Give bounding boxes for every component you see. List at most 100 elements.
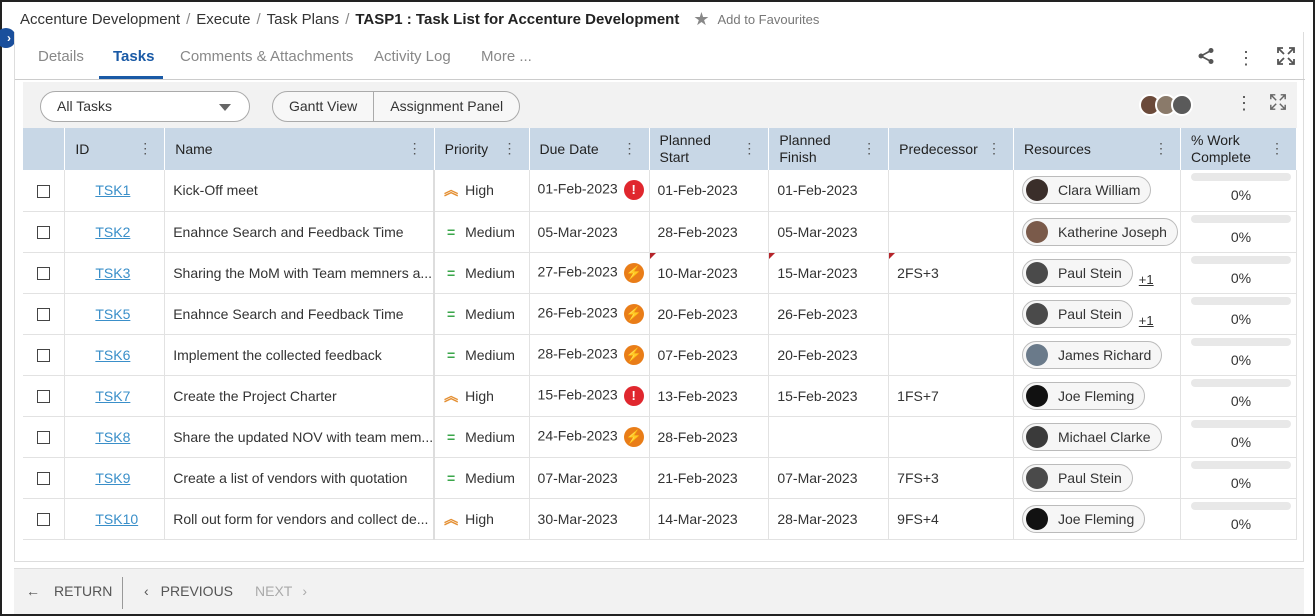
resources-cell[interactable]: Michael Clarke — [1013, 416, 1181, 458]
priority-cell[interactable]: ︽ High — [434, 498, 530, 540]
planned-start-cell[interactable]: 14-Mar-2023 — [649, 498, 770, 540]
name-cell[interactable]: Create the Project Charter — [164, 375, 436, 417]
priority-cell[interactable]: = Medium — [434, 334, 530, 376]
task-id-link[interactable]: TSK3 — [95, 265, 130, 281]
row-checkbox[interactable] — [37, 513, 51, 527]
row-checkbox[interactable] — [37, 431, 51, 445]
column-header-id[interactable]: ID ⋮ — [64, 128, 166, 170]
planned-finish-cell[interactable]: 26-Feb-2023 — [768, 293, 890, 335]
planned-start-cell[interactable]: 10-Mar-2023 — [649, 252, 770, 294]
table-row[interactable]: TSK6 Implement the collected feedback = Med… — [23, 334, 1298, 376]
predecessor-cell[interactable] — [888, 170, 1014, 212]
priority-cell[interactable]: = Medium — [434, 457, 530, 499]
resources-cell[interactable]: Paul Stein +1 — [1013, 252, 1181, 294]
predecessor-cell[interactable]: 2FS+3 — [888, 252, 1014, 294]
planned-finish-cell[interactable]: 15-Mar-2023 — [768, 252, 890, 294]
priority-cell[interactable]: = Medium — [434, 211, 530, 253]
resource-chip[interactable]: Katherine Joseph — [1021, 217, 1178, 246]
task-filter-select[interactable]: All Tasks — [40, 91, 250, 122]
resource-chip[interactable]: Joe Fleming — [1021, 504, 1146, 533]
row-checkbox[interactable] — [37, 390, 51, 404]
due-date-cell[interactable]: 30-Mar-2023 — [529, 498, 650, 540]
gantt-view-button[interactable]: Gantt View — [273, 92, 373, 121]
priority-cell[interactable]: = Medium — [434, 293, 530, 335]
task-id-link[interactable]: TSK6 — [95, 347, 130, 363]
column-menu-icon[interactable]: ⋮ — [623, 140, 637, 157]
planned-start-cell[interactable]: 28-Feb-2023 — [649, 416, 770, 458]
name-cell[interactable]: Kick-Off meet — [164, 170, 436, 212]
column-header-name[interactable]: Name ⋮ — [164, 128, 435, 170]
team-avatars[interactable] — [1139, 94, 1193, 116]
column-menu-icon[interactable]: ⋮ — [408, 140, 422, 157]
planned-finish-cell[interactable]: 28-Mar-2023 — [768, 498, 890, 540]
expand-icon[interactable] — [1267, 93, 1289, 115]
more-resources-link[interactable]: +1 — [1139, 272, 1154, 287]
resource-chip[interactable]: Paul Stein — [1021, 463, 1133, 492]
predecessor-cell[interactable] — [888, 293, 1014, 335]
planned-start-cell[interactable]: 28-Feb-2023 — [649, 211, 770, 253]
column-menu-icon[interactable]: ⋮ — [742, 140, 756, 157]
column-menu-icon[interactable]: ⋮ — [862, 140, 876, 157]
resource-chip[interactable]: James Richard — [1021, 340, 1163, 369]
table-row[interactable]: TSK5 Enahnce Search and Feedback Time = Med… — [23, 293, 1298, 335]
resources-cell[interactable]: Katherine Joseph — [1013, 211, 1181, 253]
predecessor-cell[interactable]: 1FS+7 — [888, 375, 1014, 417]
task-id-link[interactable]: TSK10 — [95, 511, 138, 527]
name-cell[interactable]: Enahnce Search and Feedback Time — [164, 211, 436, 253]
column-header-work-complete[interactable]: % Work Complete ⋮ — [1180, 128, 1298, 170]
more-resources-link[interactable]: +1 — [1139, 313, 1154, 328]
planned-finish-cell[interactable]: 15-Feb-2023 — [768, 375, 890, 417]
table-row[interactable]: TSK2 Enahnce Search and Feedback Time = Med… — [23, 211, 1298, 253]
priority-cell[interactable]: = Medium — [434, 252, 530, 294]
name-cell[interactable]: Enahnce Search and Feedback Time — [164, 293, 436, 335]
task-id-link[interactable]: TSK7 — [95, 388, 130, 404]
tab-activity-log[interactable]: Activity Log — [374, 48, 451, 65]
due-date-cell[interactable]: 07-Mar-2023 — [529, 457, 650, 499]
table-row[interactable]: TSK10 Roll out form for vendors and colle… — [23, 498, 1298, 540]
planned-start-cell[interactable]: 21-Feb-2023 — [649, 457, 770, 499]
add-to-favourites-link[interactable]: Add to Favourites — [717, 12, 819, 27]
column-menu-icon[interactable]: ⋮ — [138, 140, 152, 157]
table-row[interactable]: TSK1 Kick-Off meet ︽ High 01-Feb-2023! 01-Feb… — [23, 170, 1298, 212]
tab-tasks[interactable]: Tasks — [113, 48, 154, 65]
name-cell[interactable]: Roll out form for vendors and collect de… — [164, 498, 436, 540]
planned-finish-cell[interactable] — [768, 416, 890, 458]
return-button[interactable]: ← RETURN — [26, 583, 112, 599]
predecessor-cell[interactable] — [888, 334, 1014, 376]
resource-chip[interactable]: Paul Stein — [1021, 258, 1133, 287]
column-menu-icon[interactable]: ⋮ — [503, 140, 517, 157]
table-row[interactable]: TSK3 Sharing the MoM with Team memners a.… — [23, 252, 1298, 294]
column-header-priority[interactable]: Priority ⋮ — [434, 128, 530, 170]
resources-cell[interactable]: Paul Stein +1 — [1013, 293, 1181, 335]
breadcrumb-item[interactable]: Accenture Development — [20, 11, 180, 28]
planned-start-cell[interactable]: 01-Feb-2023 — [649, 170, 770, 212]
task-id-link[interactable]: TSK1 — [95, 182, 130, 198]
predecessor-cell[interactable] — [888, 416, 1014, 458]
predecessor-cell[interactable] — [888, 211, 1014, 253]
row-checkbox[interactable] — [37, 185, 51, 199]
breadcrumb-item[interactable]: Execute — [196, 11, 250, 28]
resource-chip[interactable]: Michael Clarke — [1021, 422, 1162, 451]
resource-chip[interactable]: Clara William — [1021, 176, 1152, 205]
tab-more[interactable]: More ... — [481, 48, 532, 65]
priority-cell[interactable]: ︽ High — [434, 375, 530, 417]
next-button[interactable]: NEXT › — [255, 583, 307, 599]
planned-finish-cell[interactable]: 05-Mar-2023 — [768, 211, 890, 253]
task-id-link[interactable]: TSK2 — [95, 224, 130, 240]
priority-cell[interactable]: ︽ High — [434, 170, 530, 212]
row-checkbox[interactable] — [37, 349, 51, 363]
resources-cell[interactable]: Paul Stein — [1013, 457, 1181, 499]
resources-cell[interactable]: James Richard — [1013, 334, 1181, 376]
due-date-cell[interactable]: 28-Feb-2023 ⚡ — [529, 334, 650, 376]
assignment-panel-button[interactable]: Assignment Panel — [373, 92, 519, 121]
breadcrumb-item[interactable]: Task Plans — [267, 11, 340, 28]
planned-start-cell[interactable]: 20-Feb-2023 — [649, 293, 770, 335]
due-date-cell[interactable]: 15-Feb-2023! — [529, 375, 650, 417]
name-cell[interactable]: Create a list of vendors with quotation — [164, 457, 436, 499]
name-cell[interactable]: Implement the collected feedback — [164, 334, 436, 376]
name-cell[interactable]: Share the updated NOV with team mem... — [164, 416, 436, 458]
task-id-link[interactable]: TSK5 — [95, 306, 130, 322]
priority-cell[interactable]: = Medium — [434, 416, 530, 458]
star-icon[interactable]: ★ — [693, 9, 709, 30]
task-id-link[interactable]: TSK9 — [95, 470, 130, 486]
